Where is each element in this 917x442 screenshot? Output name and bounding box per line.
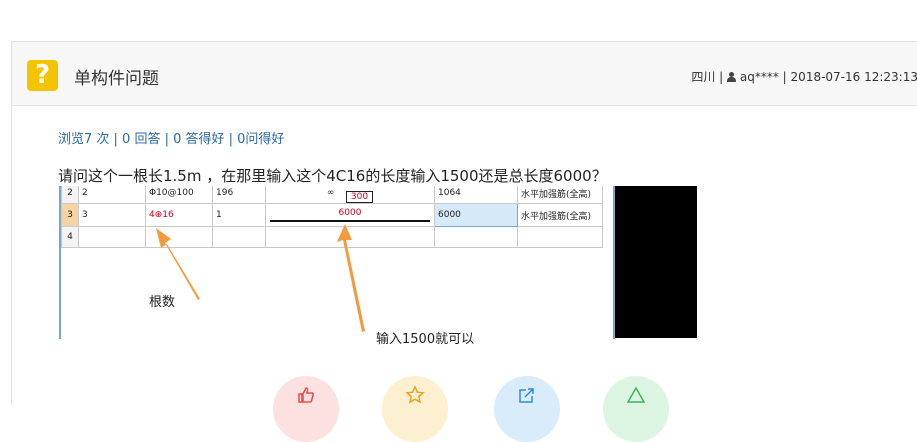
meta-separator: |	[719, 70, 724, 84]
table-cell: Φ10@100	[145, 186, 213, 204]
share-icon	[519, 388, 534, 403]
table-cell: 1064	[434, 186, 518, 204]
question-stats: 浏览7 次 | 0 回答 | 0 答得好 | 0问得好	[58, 132, 285, 147]
table-cell	[434, 226, 518, 248]
row-number: 2	[61, 186, 79, 204]
table-cell: ∞ 300	[265, 186, 435, 204]
question-body: 请问这个一根长1.5m ，在那里输入这个4C16的长度输入1500还是总长度60…	[58, 167, 607, 185]
shape-length: 6000	[338, 208, 362, 218]
table-cell-selected: 6000	[434, 203, 518, 227]
table-cell: 水平加强筋(全高)	[517, 186, 603, 204]
table-cell: 1	[212, 203, 266, 227]
table-cell: 6000	[265, 203, 435, 227]
shape-line	[270, 220, 430, 222]
table-cell: 水平加强筋(全高)	[517, 203, 603, 227]
question-meta: 四川 | aq**** | 2018-07-16 12:23:13	[691, 68, 917, 85]
question-panel: ? 单构件问题 四川 | aq**** | 2018-07-16 12:23:1…	[11, 41, 917, 405]
table-cell: 2	[78, 186, 146, 204]
question-title: 单构件问题	[74, 69, 159, 89]
shape-dimension: 300	[345, 191, 374, 203]
star-icon	[405, 385, 425, 404]
user-icon	[727, 72, 737, 82]
annotation-count: 根数	[149, 295, 176, 310]
share-button[interactable]	[494, 376, 560, 442]
table-row: 4	[61, 226, 603, 248]
row-number: 3	[61, 203, 79, 227]
table-cell	[517, 226, 603, 248]
table-row: 2 2 Φ10@100 196 ∞ 300 1064 水平加强筋(全高)	[61, 186, 603, 204]
table-cell	[78, 226, 146, 248]
embedded-screenshot: 2 2 Φ10@100 196 ∞ 300 1064 水平加强筋(全高) 3 3…	[59, 186, 615, 339]
row-number: 4	[61, 226, 79, 248]
table-cell: 4⊕16	[145, 203, 213, 227]
datetime-text: 2018-07-16 12:23:13	[790, 70, 917, 84]
table-cell	[212, 226, 266, 248]
annotation-input: 输入1500就可以	[376, 332, 475, 347]
rebar-table: 2 2 Φ10@100 196 ∞ 300 1064 水平加强筋(全高) 3 3…	[61, 186, 603, 248]
report-button[interactable]	[603, 376, 669, 442]
table-cell: 3	[78, 203, 146, 227]
like-button[interactable]	[273, 376, 339, 442]
location-text[interactable]: 四川	[691, 70, 715, 84]
table-cell: 196	[212, 186, 266, 204]
shape-symbol: ∞	[326, 188, 335, 198]
like-icon	[298, 387, 314, 403]
table-cell	[145, 226, 213, 248]
question-mark-icon: ?	[27, 60, 58, 91]
meta-separator: |	[782, 70, 787, 84]
redacted-block	[615, 186, 697, 338]
table-cell	[265, 226, 435, 248]
question-header: ? 单构件问题 四川 | aq**** | 2018-07-16 12:23:1…	[12, 42, 917, 106]
report-icon	[626, 386, 646, 403]
table-row: 3 3 4⊕16 1 6000 6000 水平加强筋(全高)	[61, 203, 603, 227]
favorite-button[interactable]	[382, 376, 448, 442]
username-text[interactable]: aq****	[740, 70, 779, 84]
